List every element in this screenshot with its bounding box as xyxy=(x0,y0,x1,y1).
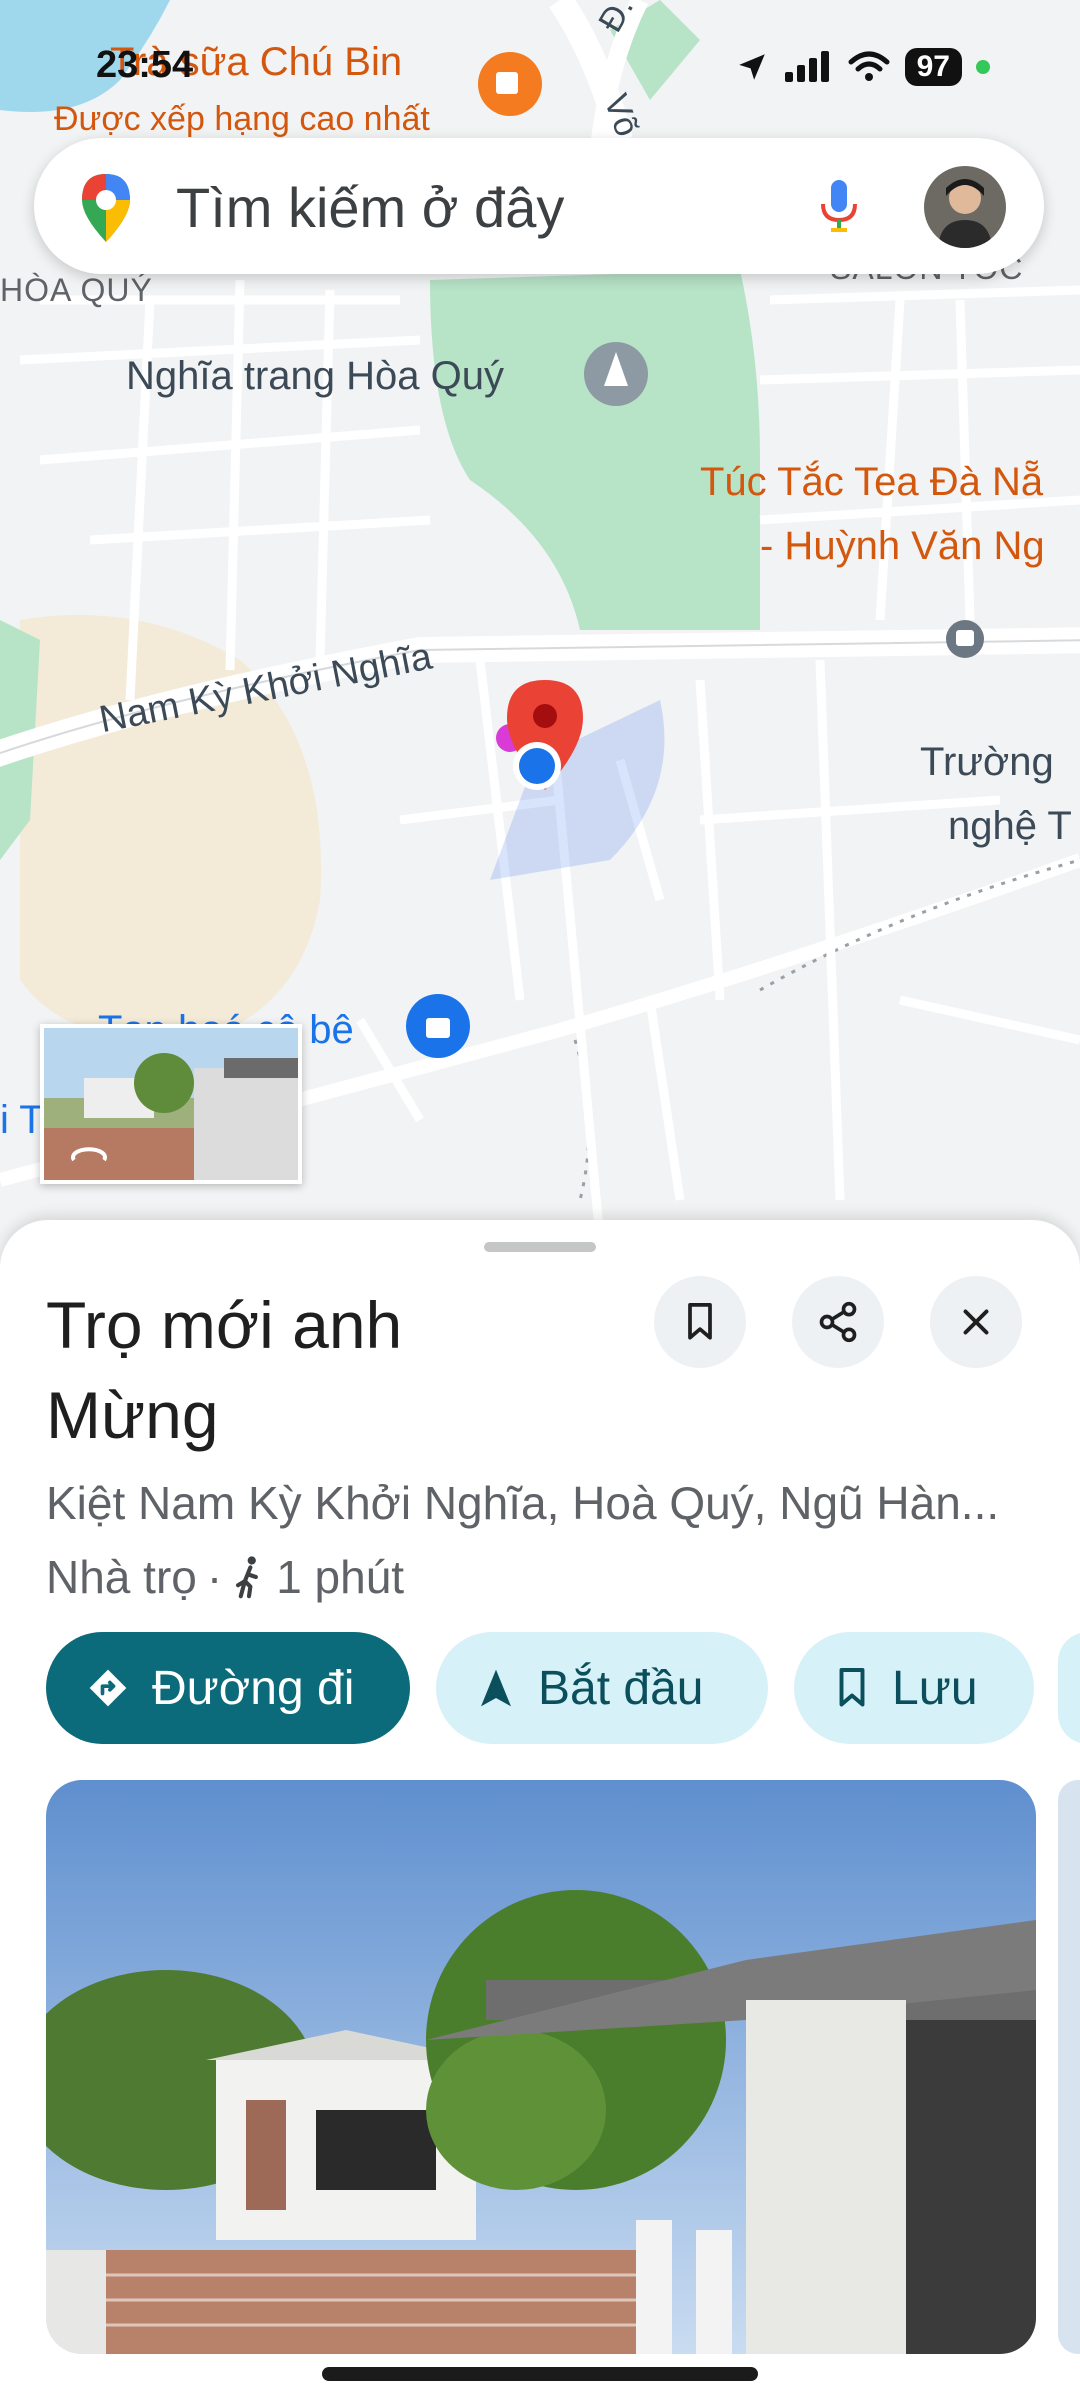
map-label-school-line1[interactable]: Trường xyxy=(920,740,1054,785)
place-title-line1: Trọ mới anh xyxy=(46,1288,403,1362)
google-maps-pin-icon xyxy=(82,174,130,242)
walking-icon xyxy=(236,1556,259,1599)
place-meta: Nhà trọ · 1 phút xyxy=(46,1550,404,1604)
start-label: Bắt đầu xyxy=(538,1661,704,1715)
share-icon xyxy=(819,1301,857,1343)
meta-separator: · xyxy=(206,1551,223,1603)
location-arrow-icon xyxy=(738,54,765,80)
save-label: Lưu xyxy=(892,1661,978,1715)
directions-label: Đường đi xyxy=(152,1661,355,1715)
place-photo[interactable] xyxy=(46,1780,1036,2354)
place-category: Nhà trọ xyxy=(46,1551,197,1603)
share-button[interactable] xyxy=(792,1276,884,1368)
park-area xyxy=(430,270,760,630)
map-label-cafe-sub: Được xếp hạng cao nhất xyxy=(54,100,430,138)
privacy-indicator-dot xyxy=(976,60,990,74)
user-avatar[interactable] xyxy=(924,166,1006,248)
place-details-sheet[interactable]: Trọ mới anh Mừng Kiệt Nam Kỳ Khởi Nghĩa,… xyxy=(0,1220,1080,2400)
status-time: 23:54 xyxy=(96,44,194,86)
bookmark-icon xyxy=(688,1303,712,1340)
map-label-school-line2[interactable]: nghệ T xyxy=(948,804,1072,849)
current-location-dot xyxy=(519,748,555,784)
street-view-thumbnail[interactable] xyxy=(40,1024,302,1184)
status-icons: 97 xyxy=(735,48,990,86)
map-label-tea-line2[interactable]: - Huỳnh Văn Ng xyxy=(760,524,1045,569)
map-label-edge: i T xyxy=(0,1098,44,1142)
more-actions-chip[interactable] xyxy=(1058,1632,1080,1744)
bookmark-outline-icon xyxy=(839,1668,865,1707)
search-bar[interactable] xyxy=(34,138,1044,274)
save-bookmark-button[interactable] xyxy=(654,1276,746,1368)
place-title-line2: Mừng xyxy=(46,1378,219,1452)
map-label-area-hoa-quy: HÒA QUÝ xyxy=(0,272,153,308)
home-indicator[interactable] xyxy=(322,2367,758,2381)
close-button[interactable] xyxy=(930,1276,1022,1368)
directions-button[interactable]: Đường đi xyxy=(46,1632,410,1744)
walk-time: 1 phút xyxy=(276,1551,405,1603)
start-navigation-button[interactable]: Bắt đầu xyxy=(436,1632,768,1744)
microphone-icon[interactable] xyxy=(819,178,859,236)
place-photo-next[interactable] xyxy=(1058,1780,1080,2354)
place-address: Kiệt Nam Kỳ Khởi Nghĩa, Hoà Quý, Ngũ Hàn… xyxy=(46,1477,1000,1529)
close-icon xyxy=(963,1309,989,1335)
save-button[interactable]: Lưu xyxy=(794,1632,1034,1744)
map-label-cemetery[interactable]: Nghĩa trang Hòa Quý xyxy=(126,354,504,399)
map-label-tea-line1[interactable]: Túc Tắc Tea Đà Nẵ xyxy=(700,460,1043,505)
cellular-signal-icon xyxy=(784,51,829,82)
battery-indicator: 97 xyxy=(904,48,962,86)
drag-handle[interactable] xyxy=(484,1242,596,1252)
wifi-icon xyxy=(848,51,890,81)
place-title: Trọ mới anh Mừng xyxy=(46,1280,646,1460)
navigation-arrow-icon xyxy=(481,1669,511,1707)
search-input[interactable] xyxy=(174,166,818,248)
directions-icon xyxy=(89,1669,127,1707)
